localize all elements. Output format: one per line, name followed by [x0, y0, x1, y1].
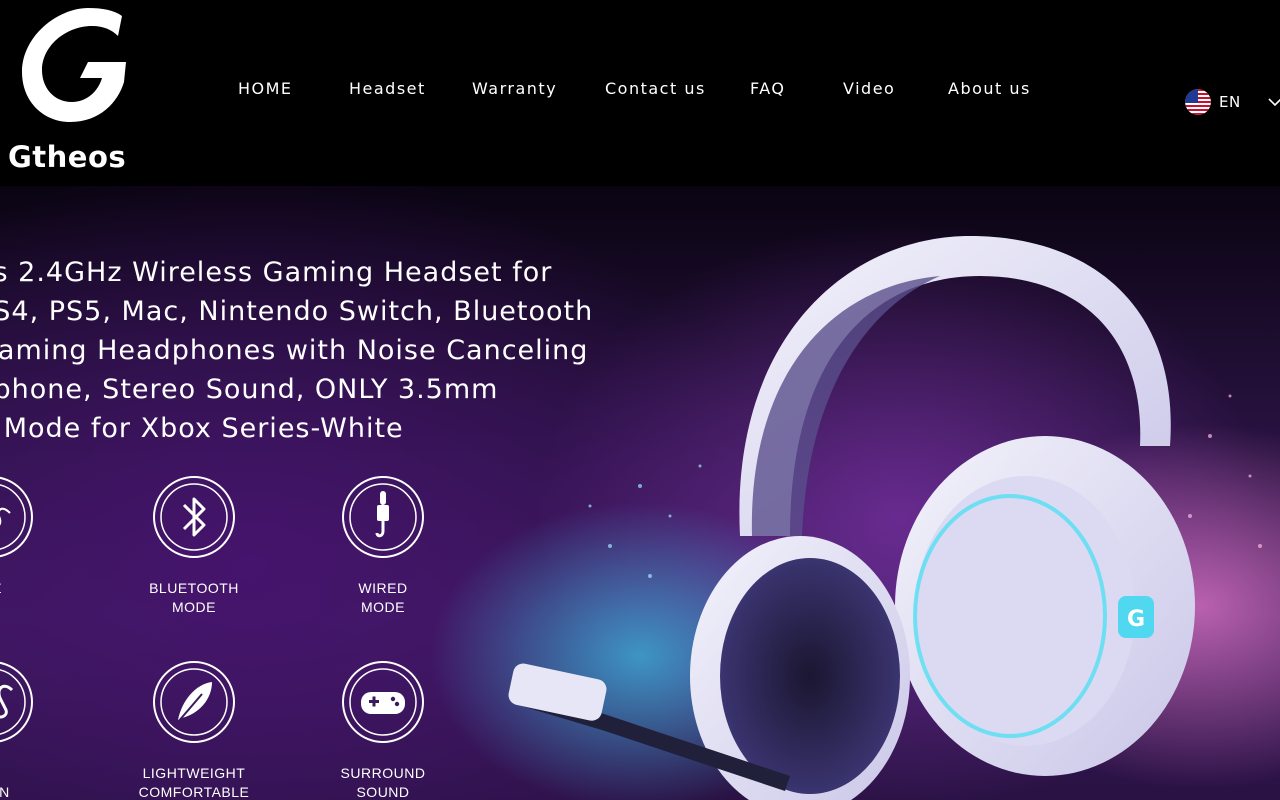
language-selector[interactable]: EN	[1185, 89, 1280, 115]
nav-item-headset[interactable]: Headset	[349, 79, 426, 98]
wireless-2-4ghz-icon	[0, 476, 33, 558]
brand-name[interactable]: Gtheos	[8, 140, 126, 174]
site-header: Gtheos HOME Headset Warranty Contact us …	[0, 0, 1280, 186]
hero-banner: G os 2.4GHz Wireless Gaming Headset for …	[0, 186, 1280, 800]
feather-icon	[153, 661, 235, 743]
nav-item-about-us[interactable]: About us	[948, 79, 1031, 98]
nav-item-warranty[interactable]: Warranty	[472, 79, 557, 98]
chevron-down-icon[interactable]	[1266, 93, 1280, 111]
us-flag-icon	[1185, 89, 1211, 115]
audio-jack-icon	[342, 476, 424, 558]
feature-label: E TION	[0, 784, 10, 800]
nav-item-contact-us[interactable]: Contact us	[605, 79, 706, 98]
feature-label: WIRED MODE	[358, 580, 408, 615]
feature-label: SURROUND SOUND	[340, 765, 426, 800]
svg-text:G: G	[1127, 607, 1145, 632]
feature-label: HZ E	[0, 579, 52, 617]
nav-item-home[interactable]: HOME	[238, 79, 293, 98]
feature-label: BLUETOOTH MODE	[149, 580, 239, 615]
language-code: EN	[1219, 93, 1241, 111]
nav-item-video[interactable]: Video	[843, 79, 895, 98]
feature-label: LIGHTWEIGHT COMFORTABLE	[138, 765, 250, 800]
product-title: os 2.4GHz Wireless Gaming Headset for PS…	[0, 257, 594, 444]
nav-item-faq[interactable]: FAQ	[750, 79, 786, 98]
g-logo-icon[interactable]	[18, 6, 130, 124]
bluetooth-icon	[153, 476, 235, 558]
noise-cancel-icon	[0, 661, 33, 743]
gamepad-icon	[342, 661, 424, 743]
